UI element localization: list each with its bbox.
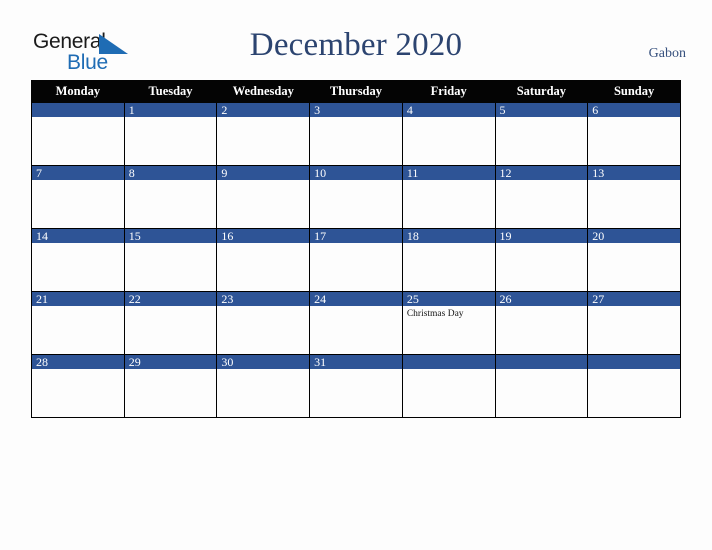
calendar-day-number: 2	[217, 103, 310, 117]
calendar-day-cell[interactable]: 30	[216, 354, 311, 418]
calendar-day-cell[interactable]: 4	[401, 102, 496, 166]
weekday-header-saturday: Saturday	[494, 80, 589, 103]
calendar-day-number: 4	[402, 103, 495, 117]
weekday-header-row: Monday Tuesday Wednesday Thursday Friday…	[31, 80, 681, 103]
calendar-day-cell[interactable]: 22	[123, 291, 218, 355]
page-title: December 2020	[249, 27, 463, 63]
weekday-header-thursday: Thursday	[309, 80, 403, 103]
calendar-day-number: 17	[310, 229, 402, 243]
calendar-day-cell[interactable]: 18	[401, 228, 496, 292]
calendar-day-cell[interactable]: 24	[309, 291, 403, 355]
calendar-day-number: 22	[124, 292, 217, 306]
weekday-header-tuesday: Tuesday	[123, 80, 218, 103]
calendar-day-cell[interactable]: 29	[123, 354, 218, 418]
calendar-day-number: 7	[32, 166, 124, 180]
calendar-day-cell[interactable]: 23	[216, 291, 311, 355]
calendar-day-cell[interactable]: 3	[309, 102, 403, 166]
calendar-week-row: 21 22 23 24 25 Christmas Day 26 27	[31, 291, 681, 355]
calendar-day-cell[interactable]: 21	[31, 291, 125, 355]
calendar-day-number: 1	[124, 103, 217, 117]
calendar-day-number	[402, 355, 495, 369]
calendar-day-number: 3	[310, 103, 402, 117]
calendar-day-cell[interactable]: 15	[123, 228, 218, 292]
weekday-header-wednesday: Wednesday	[216, 80, 311, 103]
calendar-day-cell[interactable]: 17	[309, 228, 403, 292]
calendar-day-number: 25	[402, 292, 495, 306]
calendar-week-row: 28 29 30 31	[31, 354, 681, 418]
weekday-header-sunday: Sunday	[587, 80, 681, 103]
calendar-day-cell[interactable]	[494, 354, 589, 418]
calendar-day-number	[32, 103, 124, 117]
calendar-week-row: 123456	[31, 102, 681, 166]
calendar-day-cell[interactable]: 27	[587, 291, 681, 355]
calendar-day-number: 14	[32, 229, 124, 243]
calendar-day-cell[interactable]	[31, 102, 125, 166]
calendar-day-cell[interactable]: 10	[309, 165, 403, 229]
weekday-header-friday: Friday	[401, 80, 496, 103]
calendar-day-number: 29	[124, 355, 217, 369]
calendar-day-cell[interactable]: 13	[587, 165, 681, 229]
calendar-day-number: 28	[32, 355, 124, 369]
calendar-day-number: 9	[217, 166, 310, 180]
calendar-day-number: 15	[124, 229, 217, 243]
country-label: Gabon	[648, 46, 686, 61]
calendar-day-number: 18	[402, 229, 495, 243]
calendar-table: Monday Tuesday Wednesday Thursday Friday…	[31, 80, 681, 418]
calendar-day-number: 13	[588, 166, 680, 180]
calendar-day-cell[interactable]: 5	[494, 102, 589, 166]
calendar-day-cell[interactable]: 19	[494, 228, 589, 292]
calendar-day-number: 6	[588, 103, 680, 117]
calendar-day-cell[interactable]	[401, 354, 496, 418]
calendar-day-cell[interactable]: 7	[31, 165, 125, 229]
calendar-week-row: 7 8 9 10 11 12 13	[31, 165, 681, 229]
calendar-day-cell[interactable]: 16	[216, 228, 311, 292]
calendar-event-label: Christmas Day	[406, 309, 464, 319]
calendar-day-number: 31	[310, 355, 402, 369]
calendar-day-number: 24	[310, 292, 402, 306]
calendar-day-number: 12	[495, 166, 588, 180]
calendar-day-number: 16	[217, 229, 310, 243]
calendar-day-number	[588, 355, 680, 369]
calendar-day-cell[interactable]: 8	[123, 165, 218, 229]
calendar-day-cell[interactable]: 26	[494, 291, 589, 355]
page-header: General Blue December 2020 Gabon	[0, 0, 712, 80]
calendar-day-number: 27	[588, 292, 680, 306]
calendar-day-cell[interactable]: 1	[123, 102, 218, 166]
calendar-day-number: 30	[217, 355, 310, 369]
calendar-day-cell[interactable]: 11	[401, 165, 496, 229]
calendar-day-number	[495, 355, 588, 369]
calendar-day-cell[interactable]: 28	[31, 354, 125, 418]
calendar-body: 1 2 3 4 5 6 7 8 9 10 11 12 13 14 15 16 17 18 19 20 21 22 23 24 2…	[31, 102, 681, 418]
weekday-header-monday: Monday	[31, 80, 125, 103]
calendar-day-cell[interactable]: 14	[31, 228, 125, 292]
calendar-day-number: 11	[402, 166, 495, 180]
calendar-day-cell[interactable]: 9	[216, 165, 311, 229]
calendar-week-row: 14 15 16 17 18 19 20	[31, 228, 681, 292]
calendar-day-cell[interactable]: 20	[587, 228, 681, 292]
calendar-day-number: 5	[495, 103, 588, 117]
calendar-day-number: 10	[310, 166, 402, 180]
calendar-day-number: 23	[217, 292, 310, 306]
calendar-day-cell[interactable]: 2	[216, 102, 311, 166]
calendar-day-cell[interactable]: 12	[494, 165, 589, 229]
calendar-day-cell[interactable]: 31	[309, 354, 403, 418]
calendar-day-number: 26	[495, 292, 588, 306]
calendar-day-number: 8	[124, 166, 217, 180]
calendar-day-number: 20	[588, 229, 680, 243]
calendar-day-number: 21	[32, 292, 124, 306]
calendar-day-number: 19	[495, 229, 588, 243]
calendar-day-cell[interactable]	[587, 354, 681, 418]
calendar-day-cell[interactable]: 6	[587, 102, 681, 166]
calendar-day-cell[interactable]: 25 Christmas Day	[401, 291, 496, 355]
